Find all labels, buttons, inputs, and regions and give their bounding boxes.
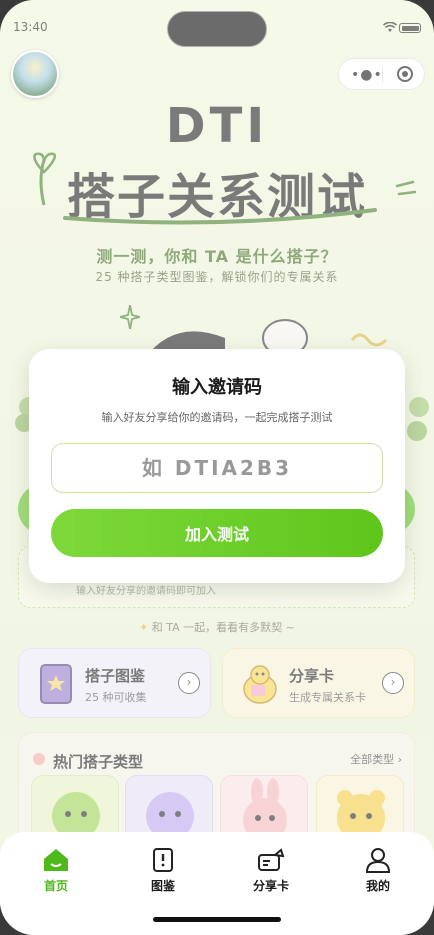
modal-subtitle: 输入好友分享给你的邀请码，一起完成搭子测试 [101,411,333,424]
tab-label: 分享卡 [252,879,289,893]
tab-label: 首页 [43,879,68,893]
tab-label: 图鉴 [150,879,175,893]
home-indicator [153,917,281,922]
invite-code-input[interactable] [51,443,383,493]
invite-code-modal: 输入邀请码 输入好友分享给你的邀请码，一起完成搭子测试 加入测试 [29,349,405,583]
tab-collection[interactable]: 图鉴 [109,832,217,902]
tab-home[interactable]: 首页 [2,832,110,902]
home-icon [44,849,68,871]
profile-icon [365,848,391,873]
book-icon [153,848,173,872]
phone-screen: 13:40 •●• DTI 搭子关系测试 测一测，你和 TA 是什么搭子？ 25… [0,0,434,935]
join-test-button[interactable]: 加入测试 [51,509,383,557]
tab-share-card[interactable]: 分享卡 [217,832,325,902]
modal-title: 输入邀请码 [172,377,262,398]
share-card-icon [258,848,285,871]
tab-profile[interactable]: 我的 [324,832,432,902]
tab-label: 我的 [365,879,390,893]
